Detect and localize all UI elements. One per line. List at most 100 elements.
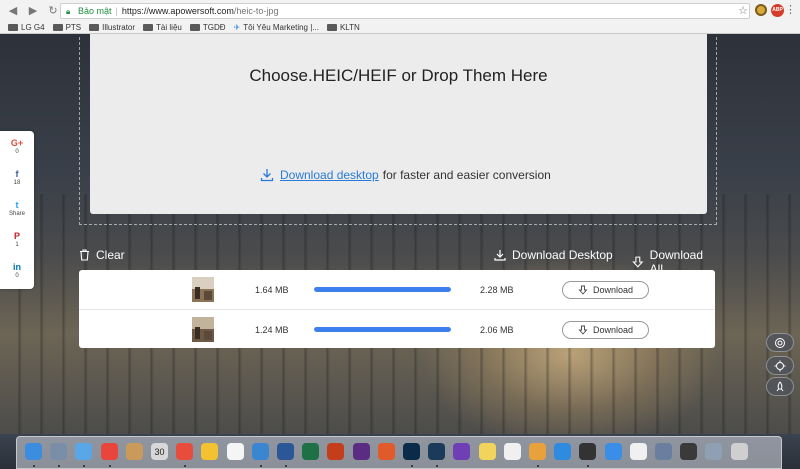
back-to-top-button[interactable]: [766, 377, 794, 396]
file-toolbar: Clear Download Desktop Download All: [79, 248, 717, 276]
support-float-button[interactable]: [766, 333, 794, 352]
download-desktop-prompt: Download desktop for faster and easier c…: [260, 168, 551, 182]
file-row: 1.64 MB 2.28 MB Download: [79, 270, 715, 309]
share-count: Share: [8, 211, 25, 217]
running-indicator: [537, 465, 539, 467]
clear-button[interactable]: Clear: [79, 248, 125, 262]
photos-icon[interactable]: [529, 443, 546, 460]
powerpoint-icon[interactable]: [327, 443, 345, 460]
bookmark-item[interactable]: KLTN: [326, 23, 360, 32]
browser-chrome: ◀ ▶ ↻ 🔒︎ Bảo mật | https://www.apowersof…: [0, 0, 800, 34]
folder-icon: [89, 24, 100, 31]
chrome-icon[interactable]: [100, 443, 118, 460]
lightroom-icon[interactable]: [428, 443, 446, 460]
bookmark-item[interactable]: Illustrator: [89, 23, 135, 32]
app-icon[interactable]: [377, 443, 395, 460]
gear-icon: [774, 360, 786, 371]
download-arrow-icon: [578, 285, 588, 295]
forward-icon[interactable]: ▶: [26, 4, 40, 18]
reminders-icon[interactable]: [176, 443, 194, 460]
preview-icon[interactable]: [503, 443, 521, 460]
download-icon: [260, 169, 274, 182]
omnibox-separator: |: [115, 6, 118, 16]
linkedin-icon: in: [13, 262, 21, 272]
share-twitter[interactable]: t Share: [0, 200, 34, 218]
app-icon[interactable]: [453, 443, 471, 460]
terminal-icon[interactable]: [680, 443, 698, 460]
share-pinterest[interactable]: P 1: [0, 231, 34, 249]
bookmark-item[interactable]: TGDĐ: [189, 23, 226, 32]
conversion-progress: [314, 327, 451, 332]
trash-icon[interactable]: [730, 443, 748, 460]
original-size: 1.64 MB: [255, 285, 289, 295]
folder-icon: [52, 24, 63, 31]
share-count: 18: [13, 180, 21, 186]
excel-icon[interactable]: [302, 443, 320, 460]
back-icon[interactable]: ◀: [6, 4, 20, 18]
download-button[interactable]: Download: [562, 321, 649, 339]
share-count: 1: [15, 242, 19, 248]
word-icon[interactable]: [277, 443, 294, 460]
cloud-app-icon[interactable]: [251, 443, 269, 460]
browser-menu-icon[interactable]: ⋮: [785, 3, 796, 16]
folder-icon[interactable]: [705, 443, 723, 460]
url-host: https://www.apowersoft.com: [121, 6, 234, 16]
twitter-icon: t: [15, 200, 19, 210]
bookmark-item[interactable]: LG G4: [8, 23, 45, 32]
photoshop-icon[interactable]: [403, 443, 420, 460]
extension-icon[interactable]: [755, 4, 767, 16]
safari-icon[interactable]: [75, 443, 93, 460]
notes-app-icon[interactable]: [201, 443, 219, 460]
running-indicator: [285, 465, 287, 467]
file-list: 1.64 MB 2.28 MB Download 1.24 MB 2.06 MB…: [79, 270, 715, 348]
running-indicator: [33, 465, 35, 467]
share-count: 0: [15, 149, 19, 155]
download-button[interactable]: Download: [562, 281, 649, 299]
adblock-extension-icon[interactable]: ABP: [771, 4, 784, 17]
download-desktop-button[interactable]: Download Desktop: [494, 248, 613, 262]
finder-icon[interactable]: [25, 443, 42, 460]
address-bar[interactable]: 🔒︎ Bảo mật | https://www.apowersoft.com …: [60, 3, 750, 19]
notes-icon[interactable]: [478, 443, 496, 460]
share-count: 0: [15, 273, 19, 279]
calendar-icon[interactable]: 30: [151, 443, 168, 460]
file-thumbnail: [192, 277, 214, 302]
url-path: /heic-to-jpg: [233, 6, 279, 16]
contacts-icon[interactable]: [125, 443, 143, 460]
drop-zone-title[interactable]: Choose.HEIC/HEIF or Drop Them Here: [90, 66, 707, 86]
app-store-icon[interactable]: [554, 443, 572, 460]
app-icon[interactable]: [655, 443, 672, 460]
download-arrow-icon: [632, 256, 644, 268]
bookmark-star-icon[interactable]: ☆: [738, 4, 748, 17]
folder-icon: [8, 24, 18, 31]
download-arrow-icon: [578, 325, 588, 335]
share-facebook[interactable]: f 18: [0, 169, 34, 187]
zalo-icon[interactable]: [604, 443, 622, 460]
download-icon: [494, 250, 506, 261]
share-linkedin[interactable]: in 0: [0, 262, 34, 280]
bookmark-item[interactable]: Tài liệu: [143, 23, 182, 32]
bookmark-item[interactable]: ✈ Tôi Yêu Marketing |...: [234, 23, 319, 32]
address-row: ◀ ▶ ↻ 🔒︎ Bảo mật | https://www.apowersof…: [0, 0, 800, 21]
progress-fill: [314, 287, 451, 292]
folder-icon: [189, 24, 200, 31]
download-desktop-suffix: for faster and easier conversion: [382, 168, 551, 182]
reload-icon[interactable]: ↻: [46, 4, 60, 18]
file-row: 1.24 MB 2.06 MB Download: [79, 309, 715, 348]
lock-icon: 🔒︎: [66, 6, 71, 16]
premiere-icon[interactable]: [352, 443, 370, 460]
bookmark-item[interactable]: PTS: [52, 23, 81, 32]
converted-size: 2.06 MB: [480, 325, 514, 335]
file-thumbnail: [192, 317, 214, 342]
settings-float-button[interactable]: [766, 356, 794, 375]
stickies-icon[interactable]: [226, 443, 244, 460]
download-desktop-link[interactable]: Download desktop: [280, 168, 379, 182]
converted-size: 2.28 MB: [480, 285, 514, 295]
share-google-plus[interactable]: G+ 0: [0, 138, 34, 156]
drop-zone[interactable]: Choose.HEIC/HEIF or Drop Them Here Downl…: [90, 34, 707, 214]
system-preferences-icon[interactable]: [579, 443, 597, 460]
google-plus-icon: G+: [10, 138, 24, 148]
launchpad-icon[interactable]: [50, 443, 68, 460]
preview-app-icon[interactable]: [629, 443, 647, 460]
folder-icon: [143, 24, 154, 31]
